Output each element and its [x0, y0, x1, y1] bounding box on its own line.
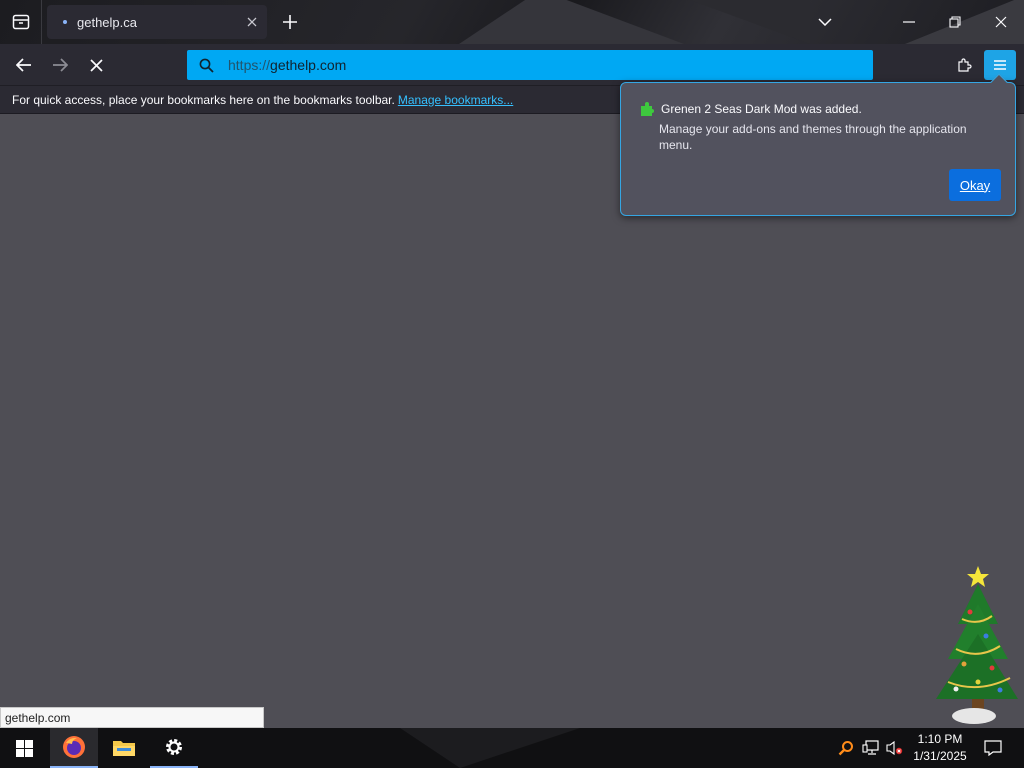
close-icon [995, 16, 1007, 28]
arrow-right-icon [53, 58, 68, 72]
taskbar-clock[interactable]: 1:10 PM 1/31/2025 [906, 730, 974, 766]
url-host: gethelp.com [270, 57, 347, 73]
background-shard [690, 0, 810, 44]
minimize-icon [903, 21, 915, 23]
volume-muted-icon [886, 740, 903, 756]
start-button[interactable] [0, 728, 48, 768]
plus-icon [283, 15, 297, 29]
stop-icon [89, 58, 103, 72]
minimize-button[interactable] [886, 0, 932, 44]
restore-button[interactable] [932, 0, 978, 44]
tab-gethelp[interactable]: gethelp.ca [47, 5, 267, 39]
puzzle-icon [958, 58, 972, 72]
list-all-tabs-button[interactable] [802, 0, 848, 44]
taskbar-settings[interactable] [150, 728, 198, 768]
folder-icon [113, 741, 135, 756]
gear-icon [166, 739, 182, 755]
arrow-left-icon [16, 58, 31, 72]
tab-title: gethelp.ca [77, 14, 137, 30]
addon-installed-popup: Grenen 2 Seas Dark Mod was added. Manage… [620, 73, 1016, 216]
firefox-icon [63, 736, 85, 758]
notification-icon [984, 740, 1002, 756]
hamburger-menu-icon [994, 60, 1006, 70]
tray-network[interactable] [861, 736, 881, 760]
firefox-view-icon [12, 14, 29, 30]
chevron-down-icon [818, 18, 832, 26]
magnifier-icon [838, 741, 853, 756]
address-bar[interactable]: https://gethelp.com [187, 50, 873, 80]
okay-button[interactable]: Okay [949, 169, 1001, 201]
close-icon [247, 17, 257, 27]
christmas-tree-icon [936, 566, 1018, 724]
taskbar-file-explorer[interactable] [100, 728, 148, 768]
clock-time: 1:10 PM [917, 732, 963, 746]
popup-title: Grenen 2 Seas Dark Mod was added. [661, 102, 862, 116]
background-shard [450, 0, 700, 44]
navigation-toolbar: https://gethelp.com [0, 44, 1024, 86]
url-text: https://gethelp.com [228, 57, 346, 73]
back-button[interactable] [8, 49, 40, 81]
loading-indicator [63, 20, 67, 24]
new-tab-button[interactable] [276, 8, 304, 36]
firefox-view-button[interactable] [0, 0, 42, 44]
forward-button[interactable] [44, 49, 76, 81]
tab-close-button[interactable] [237, 7, 267, 37]
url-scheme: https:// [228, 57, 271, 73]
taskbar: 1:10 PM 1/31/2025 [0, 728, 1024, 768]
background-shard [400, 728, 580, 768]
link-status-panel: gethelp.com [0, 707, 264, 728]
extensions-button[interactable] [949, 50, 979, 80]
tab-strip: gethelp.ca [0, 0, 1024, 44]
popup-description: Manage your add-ons and themes through t… [659, 122, 967, 152]
taskbar-firefox[interactable] [50, 728, 98, 768]
manage-bookmarks-link[interactable]: Manage bookmarks... [398, 93, 513, 107]
tray-volume[interactable] [885, 736, 905, 760]
action-center-button[interactable] [978, 728, 1008, 768]
stop-loading-button[interactable] [80, 49, 112, 81]
window-close-button[interactable] [978, 0, 1024, 44]
windows-logo-icon [15, 739, 33, 757]
network-icon [862, 740, 879, 755]
puzzle-piece-icon [641, 102, 654, 116]
tray-search-helper[interactable] [836, 736, 856, 760]
restore-icon [949, 16, 961, 28]
search-icon [199, 58, 214, 73]
clock-date: 1/31/2025 [913, 749, 967, 763]
bookmarks-hint-text: For quick access, place your bookmarks h… [12, 92, 395, 107]
